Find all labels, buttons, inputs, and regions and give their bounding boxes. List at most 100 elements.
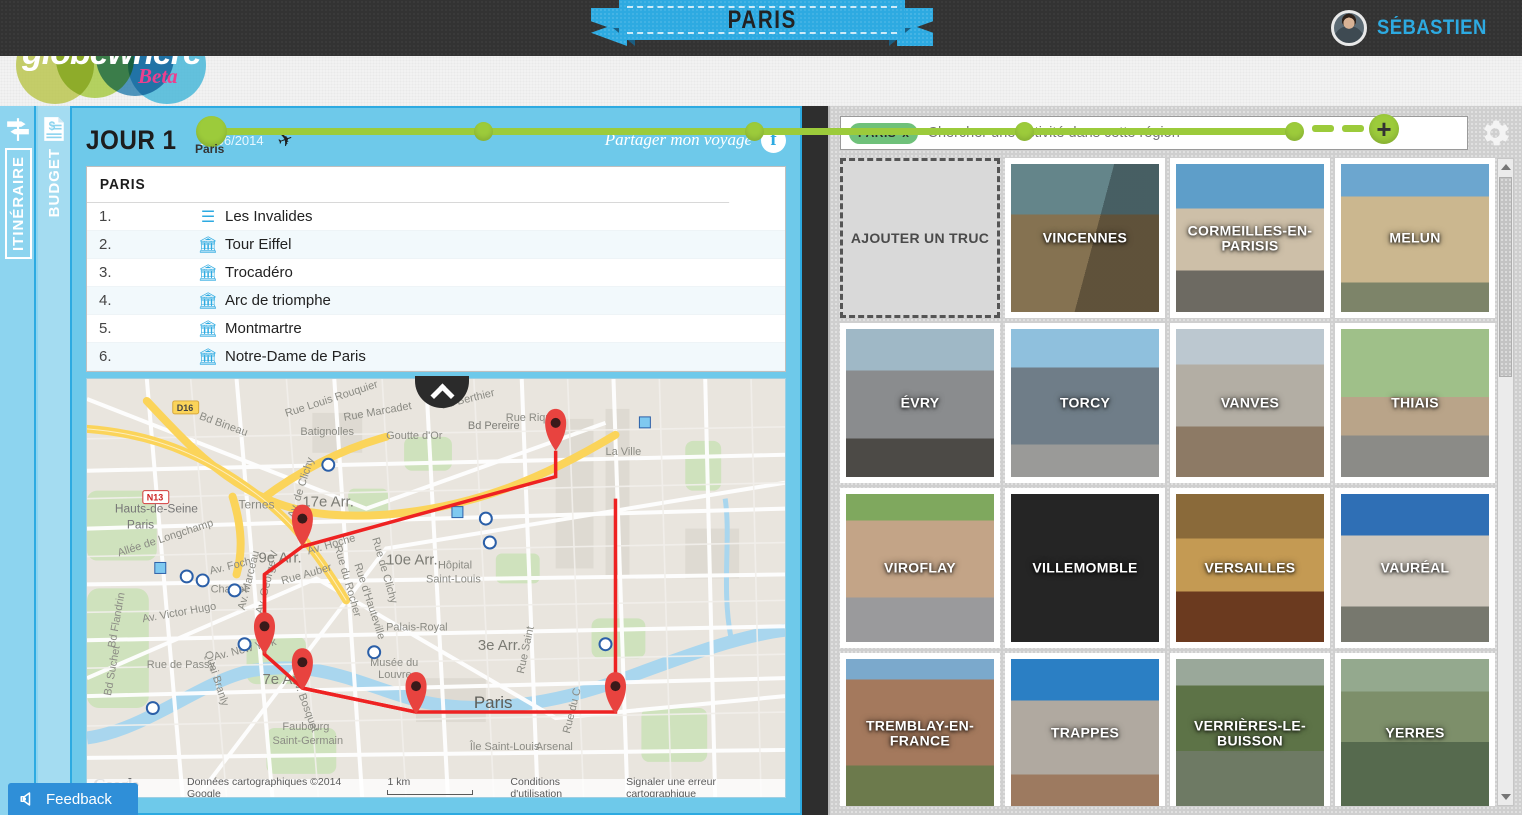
- svg-text:Palais-Royal: Palais-Royal: [386, 621, 447, 633]
- timeline-dash-2: [1342, 125, 1364, 132]
- triangle-up-icon: [1500, 164, 1511, 170]
- tile-label: VERSAILLES: [1204, 559, 1296, 576]
- tile-label: VIROFLAY: [884, 559, 956, 576]
- svg-text:Paris: Paris: [474, 693, 513, 712]
- svg-text:Île Saint-Louis: Île Saint-Louis: [469, 740, 540, 753]
- sidebar-item-label: ITINÉRAIRE: [4, 148, 32, 260]
- list-item-number: 1.: [99, 208, 112, 225]
- list-item-label: Arc de triomphe: [225, 292, 331, 309]
- day-title: JOUR 1: [86, 124, 177, 155]
- suggestion-tile[interactable]: ÉVRY: [840, 323, 1000, 483]
- tile-label: TRAPPES: [1050, 724, 1120, 741]
- svg-text:Paris: Paris: [127, 518, 154, 532]
- username-label: SÉBASTIEN: [1377, 16, 1488, 39]
- suggestion-tile[interactable]: MELUN: [1335, 158, 1495, 318]
- svg-text:La Ville: La Ville: [606, 446, 642, 458]
- list-item-number: 3.: [99, 264, 112, 281]
- list-item-number: 4.: [99, 292, 112, 309]
- timeline-stop-2[interactable]: [474, 122, 493, 141]
- suggestion-tile[interactable]: VINCENNES: [1005, 158, 1165, 318]
- svg-text:D16: D16: [177, 403, 193, 413]
- title-ribbon: PARIS: [591, 0, 933, 46]
- list-item[interactable]: 3. 🏛 Trocadéro: [87, 259, 785, 287]
- tile-label: TORCY: [1059, 394, 1111, 411]
- sidebar-item-itineraire[interactable]: ITINÉRAIRE: [2, 106, 36, 815]
- list-item-label: Tour Eiffel: [225, 236, 292, 253]
- suggestion-tile[interactable]: VAURÉAL: [1335, 488, 1495, 648]
- tile-label: ÉVRY: [900, 394, 940, 411]
- signpost-icon: [7, 118, 29, 141]
- svg-text:Arsenal: Arsenal: [536, 741, 573, 753]
- list-item-label: Trocadéro: [225, 264, 293, 281]
- museum-icon: 🏛: [197, 236, 219, 254]
- timeline-stop-5[interactable]: [1285, 122, 1304, 141]
- list-item[interactable]: 5. 🏛 Montmartre: [87, 315, 785, 343]
- suggestion-tile[interactable]: CORMEILLES-EN-PARISIS: [1170, 158, 1330, 318]
- grid-scrollbar[interactable]: [1497, 158, 1514, 806]
- tile-label: YERRES: [1385, 724, 1445, 741]
- svg-text:Goutte d'Or: Goutte d'Or: [386, 430, 443, 442]
- chevron-up-icon: [429, 383, 455, 408]
- suggestion-tile[interactable]: TREMBLAY-EN-FRANCE: [840, 653, 1000, 806]
- museum-icon: 🏛: [197, 264, 219, 282]
- route-map[interactable]: D16 N13 Bd Bineau Rue Louis Rouquier Bd …: [86, 378, 786, 798]
- tile-label: THIAIS: [1391, 394, 1439, 411]
- suggestion-tile[interactable]: THIAIS: [1335, 323, 1495, 483]
- svg-text:17e Arr.: 17e Arr.: [302, 494, 353, 511]
- list-item-label: Les Invalides: [225, 208, 313, 225]
- add-activity-tile[interactable]: AJOUTER UN TRUC: [840, 158, 1000, 318]
- museum-icon: 🏛: [197, 348, 219, 366]
- tile-label: VILLEMOMBLE: [1032, 559, 1138, 576]
- logo-beta: Beta: [138, 64, 178, 88]
- svg-text:Ternes: Ternes: [239, 498, 275, 512]
- sidebar-item-budget[interactable]: $ BUDGET: [38, 106, 72, 815]
- map-scale: 1 km: [387, 776, 496, 797]
- map-canvas: D16 N13 Bd Bineau Rue Louis Rouquier Bd …: [87, 379, 785, 797]
- scale-bar: [387, 790, 474, 795]
- svg-text:Hauts-de-Seine: Hauts-de-Seine: [115, 502, 198, 516]
- map-terms-link[interactable]: Conditions d'utilisation: [510, 776, 612, 797]
- itinerary-card: PARIS 1. ☰ Les Invalides 2. 🏛 Tour Eiffe…: [86, 166, 786, 372]
- tile-label: VERRIÈRES-LE-BUISSON: [1193, 717, 1307, 748]
- list-item-number: 6.: [99, 348, 112, 365]
- feedback-button[interactable]: Feedback: [8, 783, 138, 815]
- svg-text:10e Arr.: 10e Arr.: [386, 551, 437, 568]
- user-menu[interactable]: SÉBASTIEN: [1331, 8, 1502, 48]
- svg-text:Hôpital: Hôpital: [438, 559, 472, 571]
- map-scale-label: 1 km: [387, 776, 411, 788]
- list-item[interactable]: 4. 🏛 Arc de triomphe: [87, 287, 785, 315]
- add-destination-button[interactable]: +: [1369, 114, 1399, 144]
- invoice-dollar-icon: $: [44, 117, 64, 141]
- avatar: [1331, 10, 1368, 46]
- svg-text:3e Arr.: 3e Arr.: [478, 637, 521, 654]
- timeline-stop-3[interactable]: [745, 122, 764, 141]
- suggestion-tile[interactable]: VANVES: [1170, 323, 1330, 483]
- scroll-up-button[interactable]: [1498, 159, 1513, 175]
- suggestion-tile[interactable]: YERRES: [1335, 653, 1495, 806]
- page-title: PARIS: [727, 5, 797, 34]
- triangle-down-icon: [1500, 794, 1511, 800]
- itinerary-city-header: PARIS: [87, 167, 730, 203]
- tile-label: VINCENNES: [1042, 229, 1128, 246]
- feedback-label: Feedback: [46, 790, 112, 808]
- megaphone-icon: [20, 792, 31, 806]
- suggestion-tile[interactable]: VERRIÈRES-LE-BUISSON: [1170, 653, 1330, 806]
- add-activity-label: AJOUTER UN TRUC: [850, 229, 990, 246]
- suggestion-tile[interactable]: TRAPPES: [1005, 653, 1165, 806]
- museum-icon: 🏛: [197, 320, 219, 338]
- map-report-link[interactable]: Signaler une erreur cartographique: [626, 776, 785, 797]
- suggestion-grid: AJOUTER UN TRUC VINCENNES CORMEILLES-EN-…: [840, 158, 1500, 806]
- suggestion-tile[interactable]: VILLEMOMBLE: [1005, 488, 1165, 648]
- suggestion-tile[interactable]: VIROFLAY: [840, 488, 1000, 648]
- gear-icon[interactable]: [1478, 116, 1512, 150]
- timeline-stop-4[interactable]: [1015, 122, 1034, 141]
- scroll-down-button[interactable]: [1498, 789, 1513, 805]
- list-item[interactable]: 2. 🏛 Tour Eiffel: [87, 231, 785, 259]
- monument-columns-icon: ☰: [200, 208, 216, 226]
- scrollbar-thumb[interactable]: [1499, 177, 1512, 377]
- list-item[interactable]: 6. 🏛 Notre-Dame de Paris: [87, 343, 785, 371]
- suggestion-tile[interactable]: TORCY: [1005, 323, 1165, 483]
- suggestion-tile[interactable]: VERSAILLES: [1170, 488, 1330, 648]
- list-item[interactable]: 1. ☰ Les Invalides: [87, 203, 785, 231]
- timeline-stop-label: Paris: [195, 142, 225, 156]
